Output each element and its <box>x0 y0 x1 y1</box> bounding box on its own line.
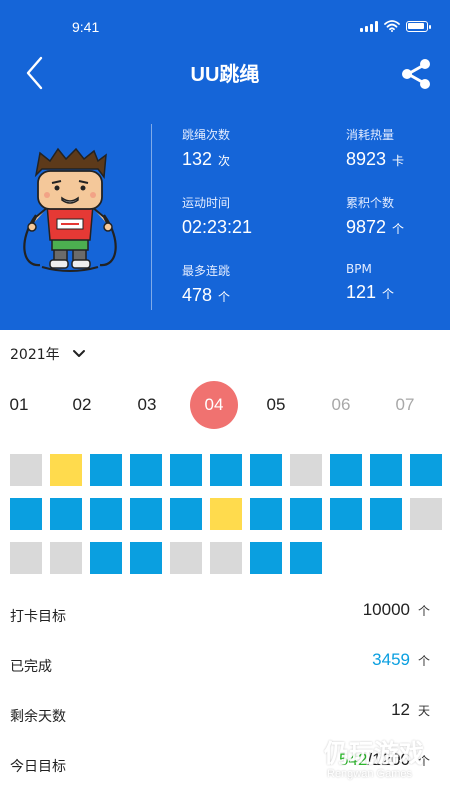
status-time: 9:41 <box>72 19 100 35</box>
day-cell-done[interactable] <box>90 454 122 486</box>
day-cell-done[interactable] <box>290 542 322 574</box>
day-cell-done[interactable] <box>290 498 322 530</box>
day-cell-empty[interactable] <box>210 542 242 574</box>
stat-label: 运动时间 <box>182 196 231 210</box>
goal-label: 打卡目标 <box>10 609 66 625</box>
page-title: UU跳绳 <box>190 64 260 86</box>
tab-month-06[interactable]: 06 <box>317 381 365 429</box>
stat-bpm: BPM 121 个 <box>346 262 394 303</box>
day-cell-done[interactable] <box>330 454 362 486</box>
stat-label: 跳绳次数 <box>182 128 231 142</box>
stat-label: BPM <box>346 262 372 276</box>
day-cell-done[interactable] <box>370 498 402 530</box>
year-label: 2021年 <box>10 347 60 363</box>
watermark-text: 仍玩游戏 <box>324 739 425 768</box>
goal-value: 10000 <box>362 600 410 619</box>
stat-value: 132 <box>182 149 213 169</box>
tab-month-03[interactable]: 03 <box>123 381 171 429</box>
stat-value: 121 <box>346 282 377 302</box>
stat-duration: 运动时间 02:23:21 <box>182 194 252 238</box>
header-panel: 9:41 UU跳绳 跳绳次数 132 次 消耗热量 8923 卡 运动时间 02… <box>0 0 450 330</box>
day-cell-done[interactable] <box>50 498 82 530</box>
stats-divider <box>151 124 152 310</box>
share-icon[interactable] <box>398 56 434 92</box>
day-cell-done[interactable] <box>130 498 162 530</box>
day-cell-highlight[interactable] <box>210 498 242 530</box>
day-cell-done[interactable] <box>250 542 282 574</box>
tab-month-05[interactable]: 05 <box>252 381 300 429</box>
day-cell-done[interactable] <box>130 542 162 574</box>
goal-days-left: 剩余天数 12 天 <box>0 700 450 730</box>
stat-value: 9872 <box>346 217 387 237</box>
stat-label: 累积个数 <box>346 196 395 210</box>
stat-value: 478 <box>182 285 213 305</box>
stat-label: 最多连跳 <box>182 264 231 278</box>
watermark-logo-icon <box>275 737 315 789</box>
day-cell-done[interactable] <box>370 454 402 486</box>
battery-icon <box>406 20 431 32</box>
stat-label: 消耗热量 <box>346 128 395 142</box>
day-cell-empty[interactable] <box>10 454 42 486</box>
chevron-down-icon <box>72 350 85 357</box>
watermark-subtext: Rengwan Games <box>327 768 412 780</box>
goal-unit: 个 <box>417 654 430 668</box>
stat-unit: 卡 <box>392 154 405 168</box>
goal-unit: 个 <box>417 604 430 618</box>
stat-total: 累积个数 9872 个 <box>346 194 404 238</box>
month-tabs: 01 02 03 04 05 06 07 <box>0 381 450 429</box>
wifi-icon <box>384 20 400 32</box>
day-cell-done[interactable] <box>130 454 162 486</box>
stat-value: 8923 <box>346 149 387 169</box>
stat-unit: 个 <box>218 290 231 304</box>
day-cell-done[interactable] <box>330 498 362 530</box>
stat-calories: 消耗热量 8923 卡 <box>346 126 404 170</box>
goal-unit: 天 <box>417 704 430 718</box>
day-cell-empty[interactable] <box>10 542 42 574</box>
day-cell-highlight[interactable] <box>50 454 82 486</box>
goal-checkin-target: 打卡目标 10000 个 <box>0 600 450 630</box>
tab-month-07[interactable]: 07 <box>381 381 429 429</box>
stat-unit: 个 <box>382 287 395 301</box>
stat-unit: 次 <box>218 154 231 168</box>
goal-completed: 已完成 3459 个 <box>0 650 450 680</box>
stat-unit: 个 <box>392 222 405 236</box>
signal-icon <box>360 20 378 32</box>
day-cell-done[interactable] <box>170 498 202 530</box>
jump-rope-avatar <box>23 147 117 272</box>
day-cell-done[interactable] <box>250 454 282 486</box>
day-cell-done[interactable] <box>10 498 42 530</box>
tab-month-02[interactable]: 02 <box>58 381 106 429</box>
stat-max-streak: 最多连跳 478 个 <box>182 262 230 306</box>
stat-value: 02:23:21 <box>182 217 253 237</box>
day-cell-empty[interactable] <box>50 542 82 574</box>
day-cell-empty[interactable] <box>170 542 202 574</box>
chevron-left-icon[interactable] <box>20 54 54 92</box>
day-cell-empty[interactable] <box>290 454 322 486</box>
day-cell-done[interactable] <box>210 454 242 486</box>
tab-month-04[interactable]: 04 <box>190 381 238 429</box>
goal-label: 今日目标 <box>10 759 66 775</box>
day-cell-done[interactable] <box>90 498 122 530</box>
goal-label: 已完成 <box>10 659 52 675</box>
goal-value: 12 <box>391 700 410 719</box>
watermark: 仍玩游戏 Rengwan Games <box>272 730 447 798</box>
status-bar: 9:41 <box>0 0 450 50</box>
day-cell-done[interactable] <box>250 498 282 530</box>
goal-value: 3459 <box>372 650 410 669</box>
status-icons <box>360 20 431 32</box>
day-cell-done[interactable] <box>90 542 122 574</box>
day-cell-empty[interactable] <box>410 498 442 530</box>
day-cell-done[interactable] <box>410 454 442 486</box>
tab-month-01[interactable]: 01 <box>0 381 43 429</box>
day-cell-done[interactable] <box>170 454 202 486</box>
year-selector[interactable]: 2021年 <box>10 344 86 364</box>
goal-label: 剩余天数 <box>10 709 66 725</box>
stat-jump-count: 跳绳次数 132 次 <box>182 126 230 170</box>
